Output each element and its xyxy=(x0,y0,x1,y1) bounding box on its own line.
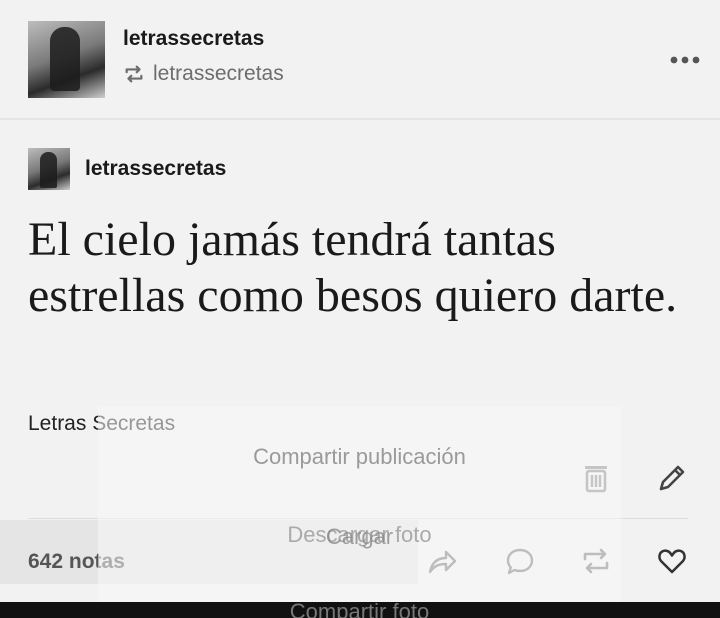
screen-edge xyxy=(0,602,98,618)
post-blog-name[interactable]: letrassecretas xyxy=(85,157,226,181)
more-horizontal-icon[interactable] xyxy=(668,50,702,70)
like-icon[interactable] xyxy=(656,545,688,577)
post-quote: El cielo jamás tendrá tantas estrellas c… xyxy=(28,213,678,322)
reblog-small-icon xyxy=(125,65,143,83)
reblogged-from-row[interactable]: letrassecretas xyxy=(123,62,284,86)
share-option-upload[interactable]: Cargar xyxy=(98,524,621,550)
post-header: letrassecretas xyxy=(28,148,226,190)
share-option-share-photo[interactable]: Compartir foto xyxy=(98,602,621,618)
share-sheet-title: Compartir publicación xyxy=(253,444,466,469)
share-sheet: Compartir publicación Descargar foto Car… xyxy=(98,407,621,618)
post-top-bar: letrassecretas letrassecretas xyxy=(0,0,720,120)
blog-name[interactable]: letrassecretas xyxy=(123,27,264,51)
share-sheet-bottom: Compartir foto xyxy=(98,602,621,618)
edit-icon[interactable] xyxy=(656,462,688,494)
avatar[interactable] xyxy=(28,21,105,98)
avatar[interactable] xyxy=(28,148,70,190)
reblogged-from-name[interactable]: letrassecretas xyxy=(153,62,284,86)
screen-edge xyxy=(621,602,720,618)
